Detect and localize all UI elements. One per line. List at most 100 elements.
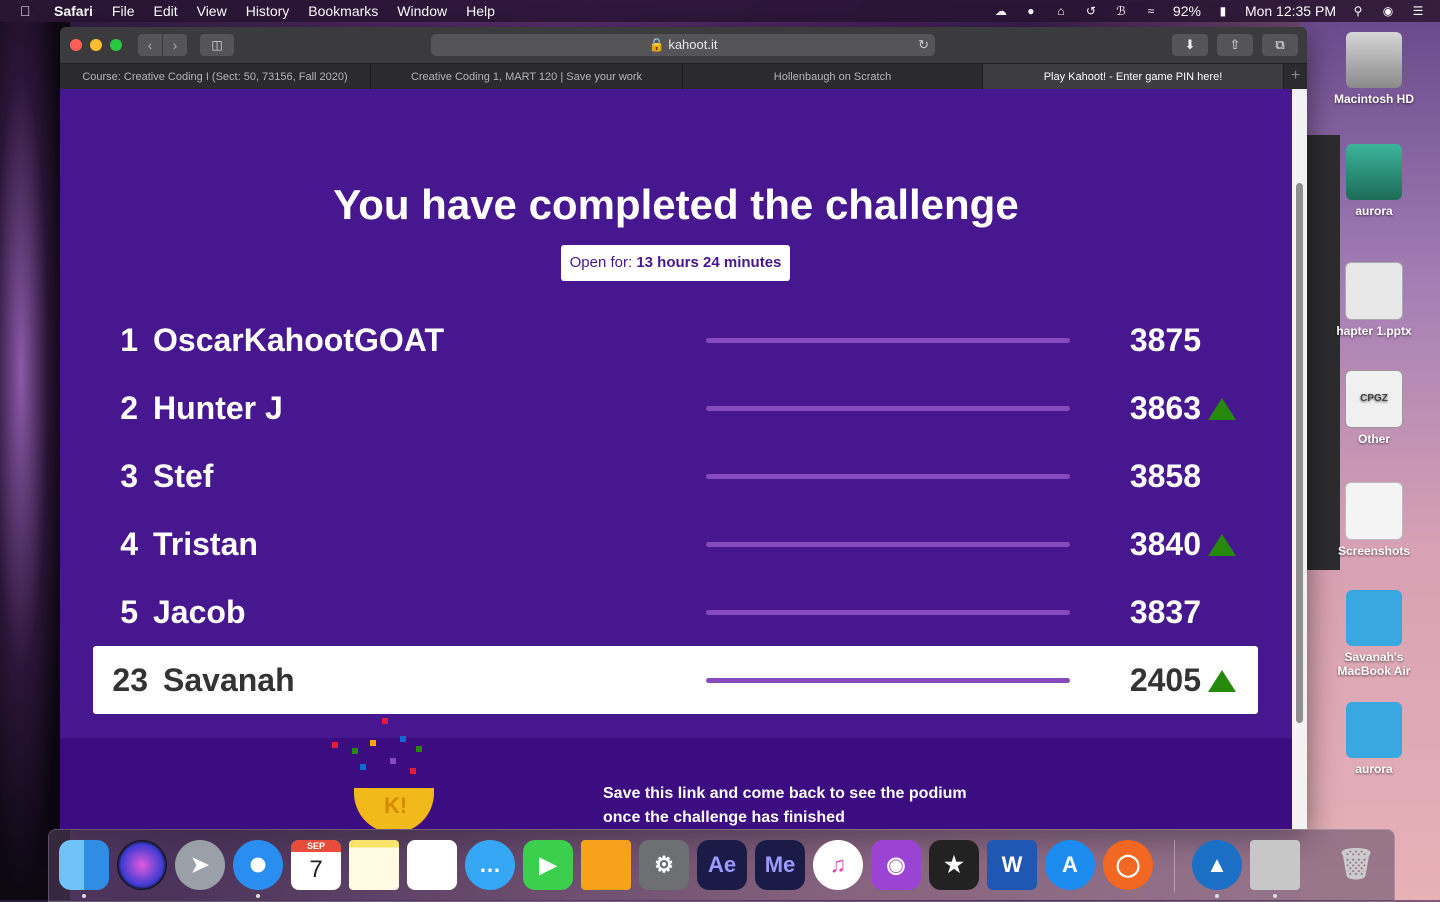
dock-word-icon[interactable]: W: [987, 840, 1037, 890]
desktop-icon-pptx[interactable]: hapter 1.pptx: [1324, 262, 1424, 338]
rank-up-arrow-icon: [1208, 534, 1236, 556]
confetti-icon: [382, 718, 388, 724]
dock-notes-icon[interactable]: [349, 840, 399, 890]
desktop-icon-label: hapter 1.pptx: [1336, 324, 1412, 338]
calendar-month: SEP: [291, 840, 341, 852]
back-button[interactable]: ‹: [138, 34, 162, 56]
battery-percent[interactable]: 92%: [1173, 3, 1201, 19]
time-machine-icon[interactable]: ↺: [1083, 4, 1099, 18]
show-tabs-icon[interactable]: ⧉: [1262, 34, 1298, 56]
address-bar[interactable]: 🔒 kahoot.it ↻: [431, 34, 935, 56]
dock-itunes-icon[interactable]: ♫: [813, 840, 863, 890]
tab-scratch[interactable]: Hollenbaugh on Scratch: [683, 64, 983, 90]
scrollbar-thumb[interactable]: [1296, 183, 1303, 723]
menu-view[interactable]: View: [197, 3, 227, 19]
rank: 2: [120, 390, 138, 426]
clock[interactable]: Mon 12:35 PM: [1245, 3, 1336, 19]
desktop-icon-aurora-folder[interactable]: aurora: [1324, 702, 1424, 776]
minimize-window-button[interactable]: [90, 39, 102, 51]
share-icon[interactable]: ⇧: [1217, 34, 1253, 56]
podium-message: Save this link and come back to see the …: [603, 782, 1063, 829]
hotspot-icon[interactable]: ⌂: [1053, 4, 1069, 18]
spotlight-search-icon[interactable]: ⚲: [1350, 4, 1366, 18]
running-indicator: [256, 894, 260, 898]
dock-pages-icon[interactable]: [581, 840, 631, 890]
menu-bookmarks[interactable]: Bookmarks: [308, 3, 378, 19]
score-bar: [706, 678, 1070, 683]
dock-trash-icon[interactable]: 🗑: [1331, 840, 1381, 890]
dock-after-effects-icon[interactable]: Ae: [697, 840, 747, 890]
malwarebytes-icon[interactable]: ●: [1023, 4, 1039, 18]
wifi-icon[interactable]: ≈: [1143, 4, 1159, 18]
player-name: Stef: [153, 458, 214, 494]
desktop-icon-aurora-drive[interactable]: aurora: [1324, 144, 1424, 218]
dock-final-cut-icon[interactable]: ★: [929, 840, 979, 890]
url-text: kahoot.it: [668, 37, 718, 52]
leaderboard-row: 5 Jacob 3837: [93, 578, 1258, 646]
confetti-icon: [360, 764, 366, 770]
score: 3840: [1129, 526, 1201, 562]
desktop-icon-label: Macintosh HD: [1333, 92, 1414, 106]
running-indicator: [1215, 894, 1219, 898]
dock-finder-icon[interactable]: [59, 840, 109, 890]
pptx-file-icon: [1345, 262, 1403, 320]
desktop-icon-macintosh-hd[interactable]: Macintosh HD: [1324, 32, 1424, 106]
tab-bar: Course: Creative Coding I (Sect: 50, 731…: [60, 63, 1307, 90]
menu-window[interactable]: Window: [397, 3, 447, 19]
dock-media-encoder-icon[interactable]: Me: [755, 840, 805, 890]
siri-icon[interactable]: ◉: [1380, 4, 1396, 18]
open-for-badge: Open for: 13 hours 24 minutes: [561, 245, 790, 281]
confetti-icon: [390, 758, 396, 764]
desktop-icon-label: Savanah's MacBook Air: [1337, 650, 1411, 678]
desktop-icon-label: Other: [1357, 432, 1390, 446]
score-bar: [706, 406, 1070, 411]
score-bar: [706, 338, 1070, 343]
forward-button[interactable]: ›: [163, 34, 187, 56]
close-window-button[interactable]: [70, 39, 82, 51]
desktop-icon-screenshots[interactable]: Screenshots: [1324, 482, 1424, 558]
scrollbar[interactable]: [1292, 89, 1307, 829]
dock-calendar-icon[interactable]: SEP 7: [291, 840, 341, 890]
dock-podcasts-icon[interactable]: ◉: [871, 840, 921, 890]
tab-course[interactable]: Course: Creative Coding I (Sect: 50, 731…: [60, 64, 371, 90]
dock-origin-icon[interactable]: ◯: [1103, 840, 1153, 890]
notification-center-icon[interactable]: ☰: [1410, 4, 1426, 18]
rank-up-arrow-icon: [1208, 670, 1236, 692]
dock-mountain-icon[interactable]: ▲: [1192, 840, 1242, 890]
dock-preview-icon[interactable]: [1250, 840, 1300, 890]
bluetooth-icon[interactable]: ℬ: [1113, 4, 1129, 18]
menu-file[interactable]: File: [112, 3, 135, 19]
page-title: You have completed the challenge: [333, 181, 1019, 228]
creative-cloud-icon[interactable]: ☁: [993, 4, 1009, 18]
folder-icon: [1346, 702, 1402, 758]
downloads-icon[interactable]: ⬇: [1172, 34, 1208, 56]
dock-facetime-icon[interactable]: ▶: [523, 840, 573, 890]
dock-system-preferences-icon[interactable]: ⚙: [639, 840, 689, 890]
menu-help[interactable]: Help: [466, 3, 495, 19]
dock-app-store-icon[interactable]: A: [1045, 840, 1095, 890]
zoom-window-button[interactable]: [110, 39, 122, 51]
calendar-day: 7: [309, 856, 323, 883]
dock-safari-icon[interactable]: [233, 840, 283, 890]
dock-launchpad-icon[interactable]: ➤: [175, 840, 225, 890]
tab-creative-coding[interactable]: Creative Coding 1, MART 120 | Save your …: [371, 64, 683, 90]
leaderboard-row-current-player: 23 Savanah 2405: [93, 646, 1258, 714]
reload-icon[interactable]: ↻: [918, 34, 929, 56]
sidebar-toggle-icon[interactable]: ◫: [200, 34, 234, 56]
desktop-icon-other[interactable]: CPGZ Other: [1324, 370, 1424, 446]
dock-siri-icon[interactable]: [117, 840, 167, 890]
desktop-icon-macbook-folder[interactable]: Savanah's MacBook Air: [1324, 590, 1424, 678]
menu-safari[interactable]: Safari: [54, 3, 93, 19]
leaderboard-row: 4 Tristan 3840: [93, 510, 1258, 578]
apple-menu-icon[interactable]: : [20, 3, 40, 19]
menu-history[interactable]: History: [246, 3, 290, 19]
dock-messages-icon[interactable]: …: [465, 840, 515, 890]
leaderboard-row: 1 OscarKahootGOAT 3875: [93, 306, 1258, 374]
menu-edit[interactable]: Edit: [153, 3, 177, 19]
battery-icon[interactable]: ▮: [1215, 4, 1231, 18]
new-tab-icon[interactable]: +: [1284, 64, 1307, 90]
confetti-icon: [416, 746, 422, 752]
dock-reminders-icon[interactable]: [407, 840, 457, 890]
footer-banner: K! Save this link and come back to see t…: [60, 718, 1292, 829]
tab-kahoot[interactable]: Play Kahoot! - Enter game PIN here!: [983, 64, 1284, 90]
